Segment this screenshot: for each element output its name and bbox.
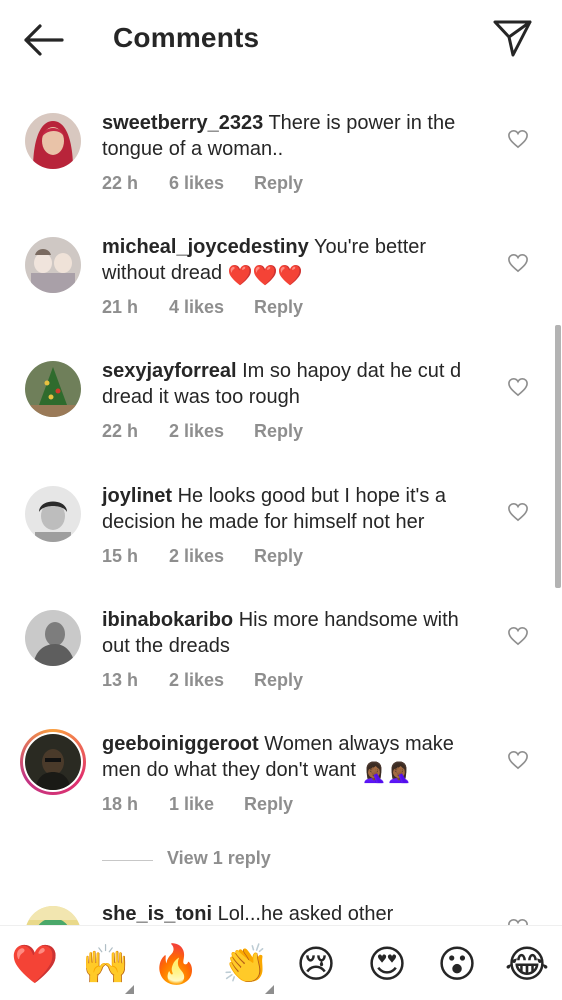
emoji-glyph: 🙌 — [82, 944, 130, 986]
heart-icon[interactable] — [507, 129, 529, 149]
comment-time: 22 h — [102, 173, 139, 193]
emoji-glyph: 🔥 — [152, 944, 200, 986]
comment-text: she_is_toni Lol...he asked other — [102, 901, 492, 925]
comment-emoji: ❤️❤️❤️ — [227, 265, 303, 287]
emoji-glyph: 😮 — [437, 944, 477, 986]
comment-username[interactable]: sexyjayforreal — [102, 360, 237, 382]
avatar[interactable] — [25, 113, 81, 169]
comment-time: 15 h — [102, 546, 139, 566]
comment-time: 21 h — [102, 297, 139, 317]
avatar — [25, 734, 81, 790]
comment-username[interactable]: joylinet — [102, 485, 172, 507]
reply-button[interactable]: Reply — [244, 794, 293, 815]
paper-plane-icon — [493, 20, 532, 57]
scrollbar[interactable] — [555, 325, 561, 588]
reply-button[interactable]: Reply — [254, 297, 303, 318]
comment-username[interactable]: micheal_joycedestiny — [102, 236, 309, 258]
emoji-red-heart[interactable]: ❤️ — [11, 942, 59, 988]
heart-icon[interactable] — [507, 750, 529, 770]
emoji-glyph: 😍 — [367, 944, 407, 986]
comment-username[interactable]: geeboiniggeroot — [102, 733, 259, 755]
reply-thread-line — [102, 860, 153, 861]
comment-likes[interactable]: 1 like — [169, 794, 214, 815]
reply-button[interactable]: Reply — [254, 421, 303, 442]
view-replies-label: View 1 reply — [167, 848, 271, 868]
emoji-fire[interactable]: 🔥 — [152, 942, 200, 988]
heart-icon[interactable] — [507, 253, 529, 273]
comments-list[interactable]: sweetberry_2323 There is power in the to… — [0, 80, 562, 925]
comment-text: geeboiniggeroot Women always make men do… — [102, 731, 492, 786]
emoji-heart-eyes[interactable]: 😍 — [364, 942, 410, 988]
view-replies-button[interactable]: View 1 reply — [102, 848, 302, 872]
story-ring[interactable] — [20, 729, 86, 795]
comment-likes[interactable]: 6 likes — [169, 173, 224, 194]
heart-icon[interactable] — [507, 502, 529, 522]
emoji-crying-face[interactable]: 😢 — [293, 942, 339, 988]
emoji-surprised-face[interactable]: 😮 — [434, 942, 480, 988]
reply-button[interactable]: Reply — [254, 546, 303, 567]
heart-icon[interactable] — [507, 626, 529, 646]
comment-emoji: 🤦🏾‍♀️🤦🏾‍♀️ — [361, 762, 412, 784]
avatar[interactable] — [25, 486, 81, 542]
comment-body: Lol...he asked other — [217, 903, 394, 925]
comment-time: 22 h — [102, 421, 139, 441]
emoji-tears-of-joy[interactable]: 😂 — [504, 942, 550, 988]
comment-username[interactable]: sweetberry_2323 — [102, 112, 263, 134]
reply-button[interactable]: Reply — [254, 670, 303, 691]
avatar[interactable] — [25, 237, 81, 293]
avatar[interactable] — [25, 906, 81, 925]
comment-text: joylinet He looks good but I hope it's a… — [102, 483, 492, 535]
skin-tone-indicator — [265, 985, 274, 994]
comment-text: micheal_joycedestiny You're better witho… — [102, 234, 492, 289]
emoji-reaction-bar: ❤️ 🙌 🔥 👏 😢 😍 😮 😂 — [0, 925, 562, 1000]
comment-username[interactable]: she_is_toni — [102, 903, 212, 925]
heart-icon[interactable] — [507, 377, 529, 397]
skin-tone-indicator — [125, 985, 134, 994]
comment-likes[interactable]: 2 likes — [169, 670, 224, 691]
avatar[interactable] — [25, 361, 81, 417]
page-title: Comments — [113, 22, 260, 53]
arrow-left-icon — [24, 24, 64, 56]
reply-button[interactable]: Reply — [254, 173, 303, 194]
emoji-clapping-hands[interactable]: 👏 — [222, 942, 274, 994]
header-bar: Comments — [0, 0, 562, 80]
emoji-raising-hands[interactable]: 🙌 — [82, 942, 134, 994]
emoji-glyph: 😂 — [504, 944, 550, 986]
comment-text: sexyjayforreal Im so hapoy dat he cut d … — [102, 358, 492, 410]
heart-icon[interactable] — [507, 918, 529, 925]
emoji-glyph: 👏 — [222, 944, 270, 986]
emoji-glyph: ❤️ — [11, 944, 59, 986]
comment-username[interactable]: ibinabokaribo — [102, 609, 233, 631]
comment-likes[interactable]: 2 likes — [169, 421, 224, 442]
comment-text: sweetberry_2323 There is power in the to… — [102, 110, 492, 162]
comment-time: 13 h — [102, 670, 139, 690]
comment-likes[interactable]: 2 likes — [169, 546, 224, 567]
emoji-glyph: 😢 — [296, 944, 336, 986]
back-button[interactable] — [22, 22, 66, 58]
comment-time: 18 h — [102, 794, 139, 814]
comment-likes[interactable]: 4 likes — [169, 297, 224, 318]
share-button[interactable] — [492, 18, 534, 58]
comment-text: ibinabokaribo His more handsome with out… — [102, 607, 492, 659]
avatar[interactable] — [25, 610, 81, 666]
